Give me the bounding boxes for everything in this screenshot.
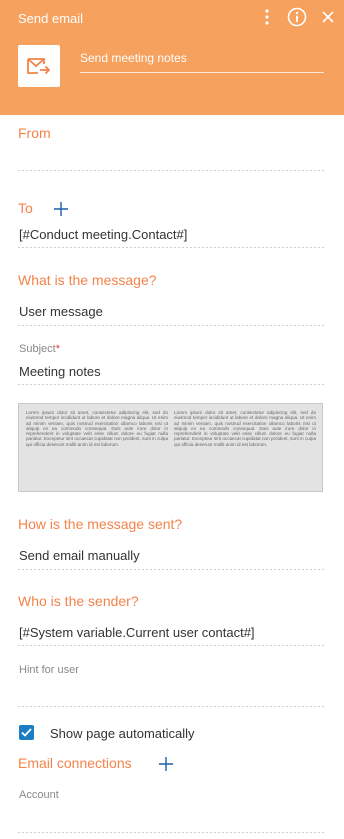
preview-column-left: Lorem ipsum dolor sit amet, consectetur … xyxy=(26,410,168,447)
subject-field[interactable]: Meeting notes xyxy=(19,364,101,379)
add-connection-icon[interactable] xyxy=(159,757,173,771)
hint-underline xyxy=(18,706,324,707)
subject-underline xyxy=(18,384,324,385)
info-icon[interactable] xyxy=(287,7,307,27)
element-header: Send email Send meeting notes xyxy=(0,0,344,115)
from-underline xyxy=(18,170,324,171)
sender-underline xyxy=(18,645,324,646)
from-label: From xyxy=(18,125,51,141)
to-field[interactable]: [#Conduct meeting.Contact#] xyxy=(19,227,187,242)
sender-field[interactable]: [#System variable.Current user contact#] xyxy=(19,625,255,640)
add-recipient-icon[interactable] xyxy=(54,202,68,216)
message-section-title: What is the message? xyxy=(18,272,157,288)
hint-label: Hint for user xyxy=(19,664,79,676)
account-label: Account xyxy=(19,789,59,801)
sending-method-underline xyxy=(18,569,324,570)
show-page-checkbox[interactable] xyxy=(19,725,34,740)
email-tile-icon xyxy=(18,45,60,87)
account-underline xyxy=(18,832,324,833)
checkmark-icon xyxy=(21,728,32,737)
element-name-input[interactable]: Send meeting notes xyxy=(80,51,187,65)
to-label: To xyxy=(18,200,33,216)
message-type-field[interactable]: User message xyxy=(19,304,103,319)
sending-method-field[interactable]: Send email manually xyxy=(19,548,140,563)
element-name-underline xyxy=(80,72,324,73)
header-title: Send email xyxy=(18,11,84,26)
sender-section-title: Who is the sender? xyxy=(18,593,139,609)
menu-dots-icon[interactable] xyxy=(257,7,277,27)
required-mark: * xyxy=(55,343,60,355)
email-connections-title: Email connections xyxy=(18,755,132,771)
message-type-underline xyxy=(18,325,324,326)
message-body-preview[interactable]: Lorem ipsum dolor sit amet, consectetur … xyxy=(18,403,323,492)
sending-section-title: How is the message sent? xyxy=(18,516,183,532)
show-page-label: Show page automatically xyxy=(50,726,195,741)
subject-label: Subject* xyxy=(19,343,60,355)
preview-column-right: Lorem ipsum dolor sit amet, consectetur … xyxy=(174,410,316,447)
to-underline xyxy=(18,247,324,248)
close-icon[interactable] xyxy=(318,7,338,27)
